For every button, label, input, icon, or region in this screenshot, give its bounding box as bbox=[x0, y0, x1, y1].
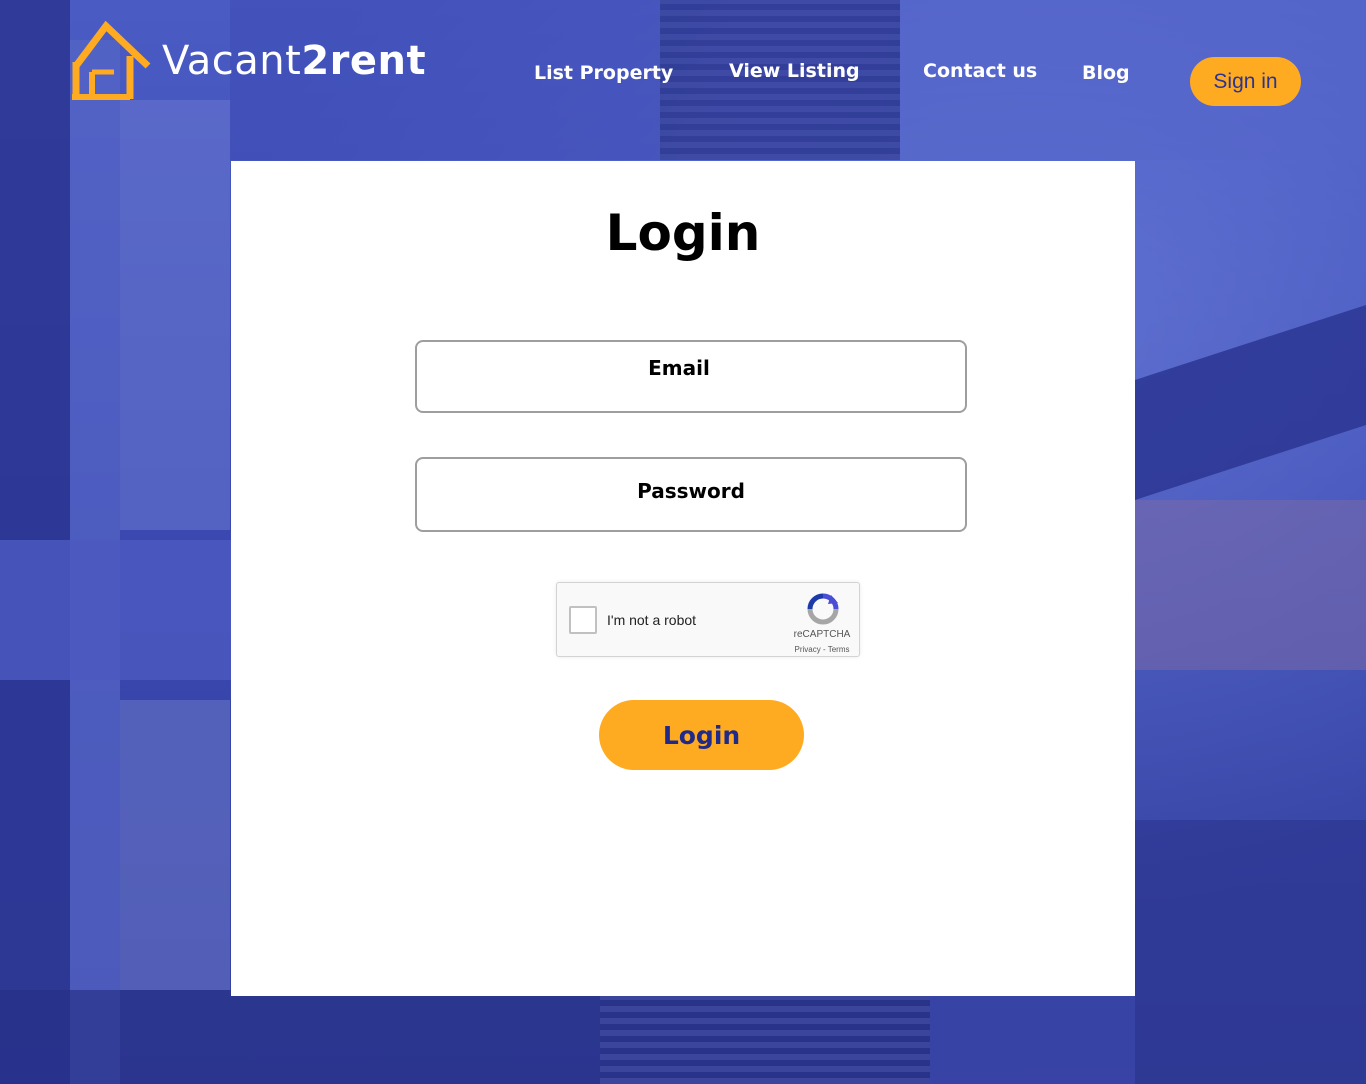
recaptcha-brand: reCAPTCHA bbox=[793, 629, 851, 640]
login-card bbox=[231, 161, 1135, 996]
nav-blog[interactable]: Blog bbox=[1082, 62, 1130, 84]
password-input[interactable] bbox=[417, 459, 969, 532]
recaptcha-widget: I'm not a robot reCAPTCHA Privacy - Term… bbox=[556, 582, 860, 657]
password-field[interactable]: Password bbox=[415, 457, 969, 532]
brand-name: Vacant2rent bbox=[162, 38, 427, 84]
brand-logo[interactable]: Vacant2rent bbox=[70, 20, 426, 102]
page-title: Login bbox=[605, 204, 761, 262]
email-field[interactable]: Email bbox=[415, 340, 969, 413]
recaptcha-checkbox[interactable] bbox=[569, 606, 597, 634]
email-input[interactable] bbox=[417, 342, 969, 413]
sign-in-button[interactable]: Sign in bbox=[1190, 57, 1301, 106]
site-header: Vacant2rent List Property View Listing C… bbox=[0, 0, 1366, 160]
recaptcha-icon bbox=[807, 593, 839, 625]
recaptcha-label: I'm not a robot bbox=[607, 612, 697, 628]
house-icon bbox=[72, 20, 151, 100]
nav-view-listing[interactable]: View Listing bbox=[729, 60, 860, 82]
nav-contact-us[interactable]: Contact us bbox=[923, 60, 1037, 82]
login-submit-button[interactable]: Login bbox=[599, 700, 804, 770]
recaptcha-links[interactable]: Privacy - Terms bbox=[787, 645, 857, 654]
nav-list-property[interactable]: List Property bbox=[534, 62, 673, 84]
